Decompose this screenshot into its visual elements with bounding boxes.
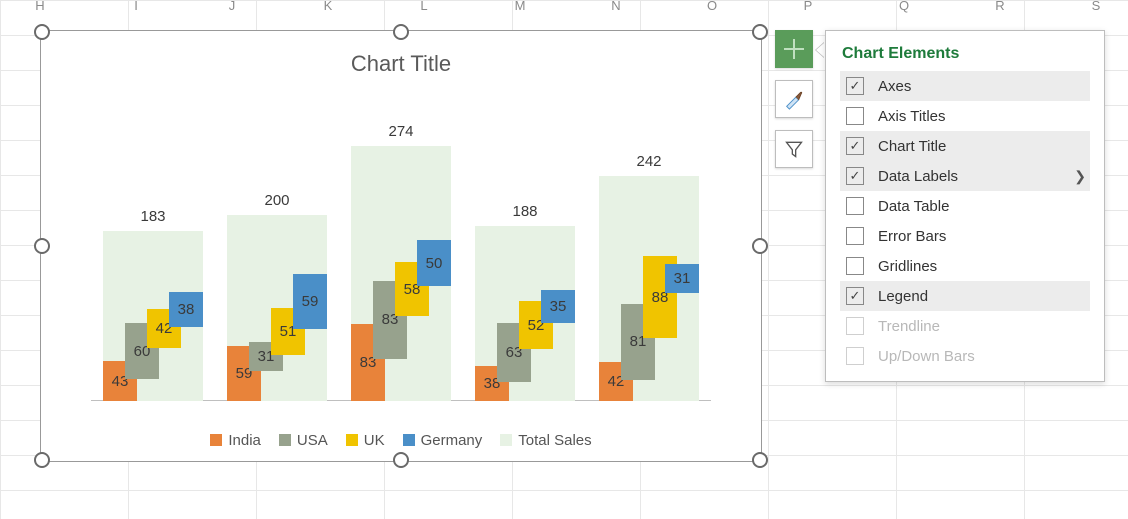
resize-handle[interactable] (752, 24, 768, 40)
resize-handle[interactable] (393, 452, 409, 468)
bar-germany[interactable]: 59 (293, 274, 327, 329)
option-label: Legend (878, 288, 928, 305)
legend-label: USA (297, 432, 328, 449)
chart-filters-button[interactable] (775, 130, 813, 168)
flyout-title: Chart Elements (842, 45, 1090, 63)
chart-title[interactable]: Chart Title (41, 51, 761, 77)
column-header: I (134, 0, 138, 13)
chart-elements-option[interactable]: Data Table (840, 191, 1090, 221)
column-header: H (35, 0, 44, 13)
bar-germany[interactable]: 35 (541, 290, 575, 323)
column-header: Q (899, 0, 909, 13)
legend[interactable]: India USA UK Germany Total Sales (41, 432, 761, 449)
bar-germany[interactable]: 50 (417, 240, 451, 287)
chart-elements-option[interactable]: Gridlines (840, 251, 1090, 281)
legend-swatch (403, 434, 415, 446)
checkbox[interactable]: ✓ (846, 137, 864, 155)
chart-elements-option[interactable]: ✓ Legend (840, 281, 1090, 311)
checkbox[interactable] (846, 107, 864, 125)
checkbox[interactable]: ✓ (846, 77, 864, 95)
column-header: O (707, 0, 717, 13)
chevron-right-icon[interactable]: ❯ (1074, 168, 1086, 185)
column-header: N (611, 0, 620, 13)
checkbox[interactable]: ✓ (846, 287, 864, 305)
checkbox[interactable]: ✓ (846, 167, 864, 185)
column-header: P (804, 0, 813, 13)
plus-icon (784, 39, 804, 59)
column-header: S (1092, 0, 1101, 13)
option-label: Data Labels (878, 168, 958, 185)
column-header: R (995, 0, 1004, 13)
paintbrush-icon (783, 88, 805, 110)
total-label: 274 (339, 123, 463, 140)
column-header: L (420, 0, 427, 13)
legend-item[interactable]: Germany (403, 432, 483, 449)
column-header: J (229, 0, 236, 13)
resize-handle[interactable] (34, 452, 50, 468)
funnel-icon (784, 139, 804, 159)
legend-item[interactable]: USA (279, 432, 328, 449)
checkbox (846, 317, 864, 335)
chart-elements-option: Up/Down Bars (840, 341, 1090, 371)
chart-tools (775, 30, 813, 180)
column-header: K (324, 0, 333, 13)
legend-swatch (210, 434, 222, 446)
total-label: 200 (215, 192, 339, 209)
option-label: Axis Titles (878, 108, 946, 125)
legend-item[interactable]: Total Sales (500, 432, 591, 449)
option-label: Chart Title (878, 138, 946, 155)
total-label: 242 (587, 153, 711, 170)
checkbox[interactable] (846, 227, 864, 245)
legend-label: Germany (421, 432, 483, 449)
resize-handle[interactable] (34, 24, 50, 40)
checkbox[interactable] (846, 197, 864, 215)
option-label: Error Bars (878, 228, 946, 245)
resize-handle[interactable] (752, 238, 768, 254)
legend-swatch (279, 434, 291, 446)
legend-swatch (500, 434, 512, 446)
option-label: Gridlines (878, 258, 937, 275)
legend-label: UK (364, 432, 385, 449)
bar-germany[interactable]: 31 (665, 264, 699, 293)
legend-label: Total Sales (518, 432, 591, 449)
option-label: Trendline (878, 318, 940, 335)
checkbox[interactable] (846, 257, 864, 275)
chart-elements-option[interactable]: ✓ Data Labels ❯ (840, 161, 1090, 191)
total-label: 183 (91, 208, 215, 225)
legend-label: India (228, 432, 261, 449)
chart-elements-option[interactable]: ✓ Chart Title (840, 131, 1090, 161)
chart-object[interactable]: Chart Title 18343604238P120059315159P227… (40, 30, 762, 462)
option-label: Up/Down Bars (878, 348, 975, 365)
legend-item[interactable]: UK (346, 432, 385, 449)
resize-handle[interactable] (752, 452, 768, 468)
chart-elements-option[interactable]: Axis Titles (840, 101, 1090, 131)
option-label: Axes (878, 78, 911, 95)
resize-handle[interactable] (34, 238, 50, 254)
legend-item[interactable]: India (210, 432, 261, 449)
flyout-pointer (815, 42, 824, 58)
bar-germany[interactable]: 38 (169, 292, 203, 327)
chart-elements-option[interactable]: ✓ Axes (840, 71, 1090, 101)
chart-elements-flyout[interactable]: Chart Elements ✓ Axes Axis Titles ✓ Chart Ti… (825, 30, 1105, 382)
column-header: M (515, 0, 526, 13)
chart-elements-option: Trendline (840, 311, 1090, 341)
checkbox (846, 347, 864, 365)
resize-handle[interactable] (393, 24, 409, 40)
plot-area[interactable]: 18343604238P120059315159P227483835850P31… (91, 121, 711, 401)
chart-elements-button[interactable] (775, 30, 813, 68)
stage: HIJKLMNOPQRS Chart Title 18343604238P120… (0, 0, 1128, 519)
chart-styles-button[interactable] (775, 80, 813, 118)
column-headers: H I J K L M N O P Q R S (0, 0, 1128, 14)
option-label: Data Table (878, 198, 949, 215)
legend-swatch (346, 434, 358, 446)
total-label: 188 (463, 203, 587, 220)
chart-elements-option[interactable]: Error Bars (840, 221, 1090, 251)
